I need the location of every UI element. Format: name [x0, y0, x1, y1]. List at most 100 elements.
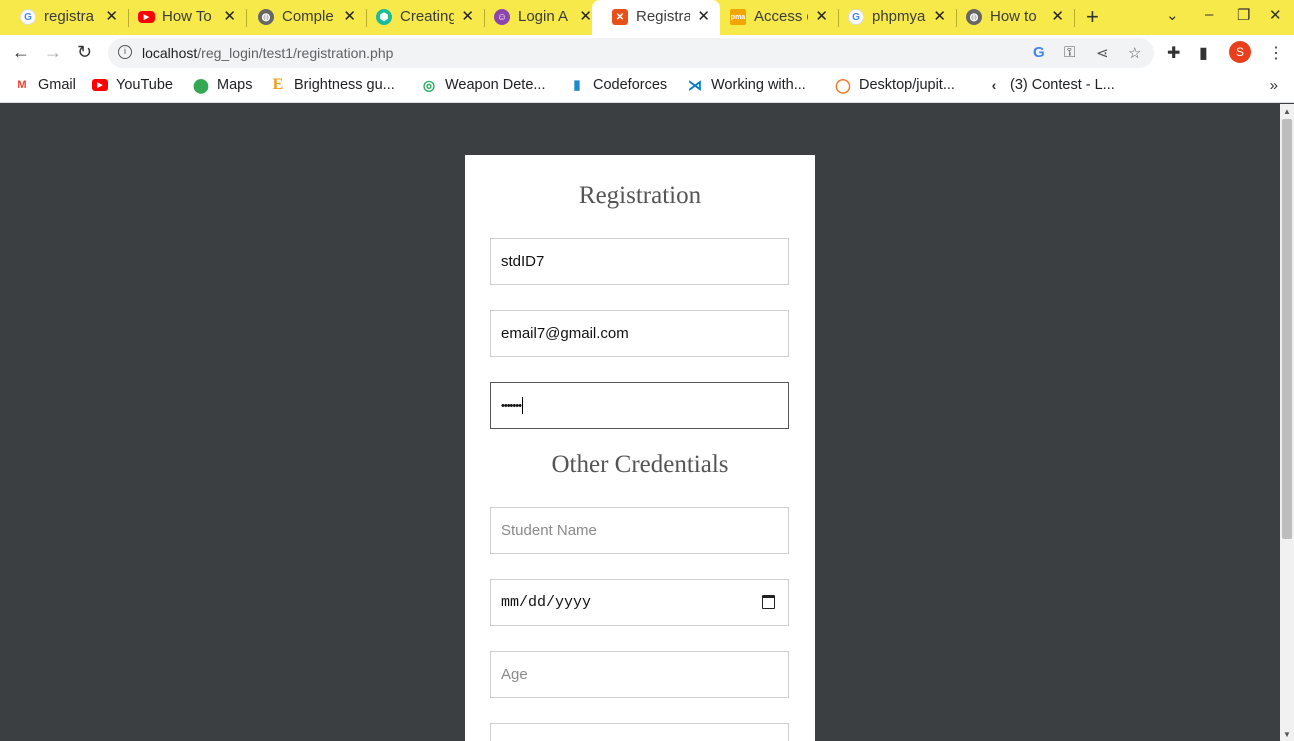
password-input[interactable]: ••••••• — [490, 382, 789, 429]
key-icon[interactable]: ⚿ — [1064, 44, 1075, 61]
jupyter-icon: ◯ — [835, 76, 851, 93]
age-placeholder: Age — [501, 666, 528, 683]
close-icon[interactable]: ✕ — [343, 7, 356, 25]
bookmark-label: Codeforces — [593, 77, 668, 93]
page-scrollbar[interactable]: ▲ ▼ — [1280, 104, 1294, 741]
close-icon[interactable]: ✕ — [933, 7, 946, 25]
close-icon[interactable]: ✕ — [461, 7, 474, 25]
tab-label: registra — [44, 8, 95, 25]
scroll-up-icon[interactable]: ▲ — [1283, 107, 1291, 116]
profile-avatar[interactable]: S — [1229, 41, 1251, 63]
share-icon[interactable]: ⋖ — [1096, 44, 1109, 62]
roboflow-icon: ◎ — [422, 76, 436, 93]
bookmark-vscode[interactable]: ⋊ Working with... — [687, 76, 806, 94]
address-bar[interactable]: i localhost/reg_login/test1/registration… — [108, 38, 1154, 68]
scroll-down-icon[interactable]: ▼ — [1283, 730, 1291, 739]
bookmark-codeforces[interactable]: ▮ Codeforces — [569, 77, 667, 93]
tab-label: Access d — [754, 8, 808, 25]
codeforces-icon: ▮ — [573, 77, 581, 92]
tab-5[interactable]: ☺ Login A ✕ — [474, 0, 602, 35]
new-tab-plus-icon[interactable]: + — [1086, 4, 1099, 30]
menu-kebab-icon[interactable]: ⋮ — [1268, 43, 1284, 63]
tab-label: phpmya — [872, 8, 926, 25]
minimize-icon[interactable]: – — [1205, 6, 1213, 23]
xampp-icon: ✕ — [612, 9, 628, 25]
phpmyadmin-icon: pma — [730, 9, 746, 25]
bookmark-youtube[interactable]: ▶ YouTube — [92, 77, 173, 93]
tab-9[interactable]: ◍ How to ✕ — [946, 0, 1074, 35]
tab-label: Comple — [282, 8, 334, 25]
next-input[interactable] — [490, 723, 789, 741]
close-icon[interactable]: ✕ — [815, 7, 828, 25]
bookmark-label: Gmail — [38, 77, 76, 93]
bookmark-gmail[interactable]: M Gmail — [14, 77, 76, 93]
restore-icon[interactable]: ❐ — [1237, 6, 1250, 24]
tab-strip: G registra ✕ ▶ How To ✕ ◍ Comple ✕ ⬢ Cre… — [0, 0, 1294, 35]
url-path: /reg_login/test1/registration.php — [197, 45, 394, 61]
avatar-icon: ☺ — [494, 9, 510, 25]
bookmarks-bar: M Gmail ▶ YouTube ⬤ Maps E Brightness gu… — [0, 71, 1294, 103]
tab-separator — [1074, 9, 1075, 27]
star-icon[interactable]: ☆ — [1128, 44, 1141, 62]
registration-card: Registration stdID7 email7@gmail.com •••… — [465, 155, 815, 741]
form-title: Registration — [578, 182, 702, 209]
scroll-thumb[interactable] — [1282, 119, 1292, 539]
bookmark-label: Working with... — [711, 77, 806, 93]
google-icon: G — [848, 9, 864, 25]
bookmark-label: Brightness gu... — [294, 77, 395, 93]
email-value: email7@gmail.com — [501, 325, 629, 342]
close-icon[interactable]: ✕ — [223, 7, 236, 25]
tab-label: Registra — [636, 8, 690, 25]
forward-arrow-icon[interactable]: → — [44, 42, 62, 63]
tab-8[interactable]: G phpmya ✕ — [828, 0, 956, 35]
reload-icon[interactable]: ↻ — [77, 42, 92, 63]
bookmark-label: Desktop/jupit... — [859, 77, 955, 93]
browser-toolbar: ← → ↻ i localhost/reg_login/test1/regist… — [0, 35, 1294, 71]
vscode-icon: ⋊ — [688, 76, 702, 93]
bookmark-weapon[interactable]: ◎ Weapon Dete... — [421, 76, 546, 94]
tab-3[interactable]: ◍ Comple ✕ — [238, 0, 366, 35]
tab-label: Creating — [400, 8, 454, 25]
bookmark-label: YouTube — [116, 77, 173, 93]
bookmark-label: Weapon Dete... — [445, 77, 546, 93]
extensions-puzzle-icon[interactable]: ✚ — [1167, 43, 1180, 63]
globe-icon: ◍ — [966, 9, 982, 25]
back-arrow-icon[interactable]: ← — [12, 42, 30, 63]
student-id-input[interactable]: stdID7 — [490, 238, 789, 285]
bookmark-maps[interactable]: ⬤ Maps — [193, 77, 252, 94]
google-icon: G — [20, 9, 36, 25]
bookmark-jupyter[interactable]: ◯ Desktop/jupit... — [835, 76, 955, 94]
student-id-value: stdID7 — [501, 253, 545, 270]
url-text: localhost/reg_login/test1/registration.p… — [142, 45, 393, 61]
section-title-other-credentials: Other Credentials — [551, 451, 729, 478]
bookmark-leetcode[interactable]: ‹ (3) Contest - L... — [986, 77, 1115, 93]
age-input[interactable]: Age — [490, 651, 789, 698]
tab-search-chevron-icon[interactable]: ⌄ — [1166, 6, 1179, 24]
close-icon[interactable]: ✕ — [579, 7, 592, 25]
dob-placeholder: mm/dd/yyyy — [501, 594, 592, 611]
email-input[interactable]: email7@gmail.com — [490, 310, 789, 357]
student-name-placeholder: Student Name — [501, 522, 597, 539]
close-icon[interactable]: ✕ — [697, 7, 710, 25]
date-of-birth-input[interactable]: mm/dd/yyyy — [490, 579, 789, 626]
tab-2[interactable]: ▶ How To ✕ — [118, 0, 246, 35]
close-icon[interactable]: ✕ — [105, 7, 118, 25]
tab-1[interactable]: G registra ✕ — [0, 0, 128, 35]
tab-label: How to — [990, 8, 1037, 25]
tab-4[interactable]: ⬢ Creating ✕ — [356, 0, 484, 35]
bookmark-brightness[interactable]: E Brightness gu... — [270, 76, 395, 93]
tab-label: How To — [162, 8, 212, 25]
bookmarks-overflow-icon[interactable]: » — [1270, 77, 1278, 94]
window-close-icon[interactable]: ✕ — [1269, 6, 1282, 24]
tab-active-registration[interactable]: ✕ Registra ✕ — [592, 0, 720, 35]
text-caret — [521, 397, 523, 414]
google-lens-icon[interactable]: G — [1033, 44, 1045, 61]
calendar-icon[interactable] — [762, 595, 775, 609]
info-icon[interactable]: i — [118, 45, 132, 59]
hexagon-icon: ⬢ — [376, 9, 392, 25]
tab-7[interactable]: pma Access d ✕ — [710, 0, 838, 35]
side-panel-icon[interactable]: ▮ — [1199, 43, 1208, 63]
student-name-input[interactable]: Student Name — [490, 507, 789, 554]
close-icon[interactable]: ✕ — [1051, 7, 1064, 25]
youtube-icon: ▶ — [138, 11, 155, 23]
